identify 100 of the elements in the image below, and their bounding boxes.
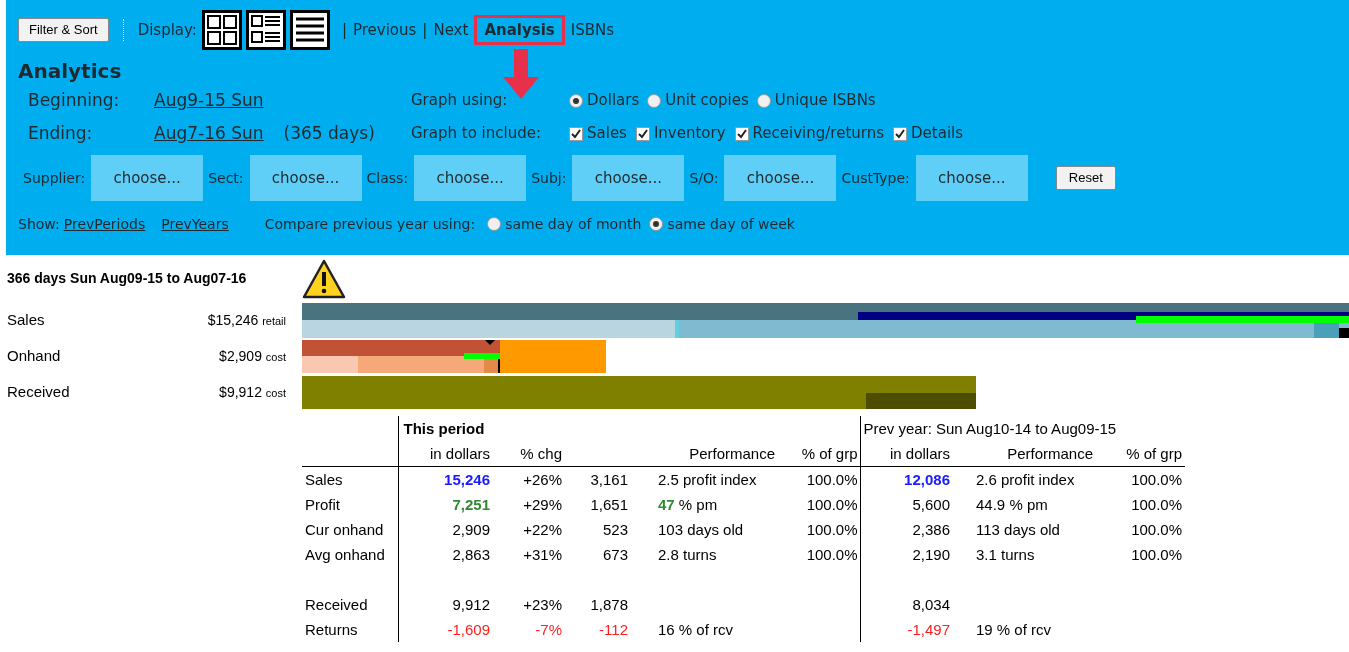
filter-dropdown[interactable]: choose... xyxy=(724,155,837,201)
radio-button[interactable] xyxy=(756,93,771,108)
table-cell: 7,251 xyxy=(452,496,490,513)
checkbox-label: Details xyxy=(911,123,964,145)
radio-label: Dollars xyxy=(587,90,640,112)
performance-cell: 2.8 turns xyxy=(658,546,717,563)
period-header: Prev year: Sun Aug10-14 to Aug09-15 xyxy=(863,420,1117,437)
column-header: % of grp xyxy=(801,445,858,462)
filter-dropdown[interactable]: choose... xyxy=(249,155,362,201)
filter-label: S/O: xyxy=(689,168,719,188)
performance-cell: 113 days old xyxy=(976,521,1060,538)
table-cell: 523 xyxy=(602,521,628,538)
performance-cell: 47 % pm xyxy=(658,496,718,513)
filter-label: Subj: xyxy=(531,168,567,188)
column-header: % chg xyxy=(520,445,562,462)
section-heading: Analytics xyxy=(18,58,122,84)
column-header: Performance xyxy=(689,445,775,462)
performance-cell: 16 % of rcv xyxy=(658,621,734,638)
row-label: Cur onhand xyxy=(305,521,384,538)
range-label: Ending: xyxy=(28,121,94,145)
table-cell: 2,190 xyxy=(912,546,950,563)
table-cell: 12,086 xyxy=(904,471,950,488)
table-cell: 100.0% xyxy=(806,496,858,513)
table-cell: 100.0% xyxy=(1131,521,1182,538)
metric-amount: $9,912 cost xyxy=(218,382,286,402)
radio-button[interactable] xyxy=(569,93,583,108)
show-label: Show: xyxy=(18,214,60,234)
table-cell: +22% xyxy=(523,521,562,538)
checkbox-label: Inventory xyxy=(653,123,726,145)
filter-sort-button[interactable]: Filter & Sort xyxy=(18,18,109,42)
filter-label: Class: xyxy=(366,168,409,188)
table-cell: 1,878 xyxy=(590,596,628,613)
table-cell: -1,497 xyxy=(907,621,950,638)
table-cell: 100.0% xyxy=(1131,471,1182,488)
display-label: Display: xyxy=(137,19,197,41)
checkbox[interactable] xyxy=(893,126,908,141)
table-cell: +31% xyxy=(523,546,562,563)
radio-button[interactable] xyxy=(487,217,502,231)
filter-label: CustType: xyxy=(841,168,910,188)
filter-dropdown[interactable]: choose... xyxy=(414,155,527,201)
table-cell: 673 xyxy=(602,546,628,563)
checkbox[interactable] xyxy=(734,126,749,141)
column-header: in dollars xyxy=(429,445,490,462)
row-label: Received xyxy=(305,596,368,613)
table-cell: 100.0% xyxy=(806,546,858,563)
row-label: Profit xyxy=(305,496,340,513)
performance-cell: 3.1 turns xyxy=(976,546,1035,563)
metric-amount: $2,909 cost xyxy=(218,346,286,366)
radio-button[interactable] xyxy=(647,93,662,108)
date-link[interactable]: Aug9-15 Sun xyxy=(154,87,264,114)
performance-cell: 44.9 % pm xyxy=(976,496,1048,513)
column-header: % of grp xyxy=(1126,445,1182,462)
table-cell: -112 xyxy=(599,621,628,638)
checkbox[interactable] xyxy=(635,126,650,141)
filter-dropdown[interactable]: choose... xyxy=(572,155,685,201)
metric-label: Received xyxy=(6,381,71,402)
grid-view-icon[interactable] xyxy=(201,10,242,50)
performance-cell: 19 % of rcv xyxy=(976,621,1052,638)
table-cell: 2,863 xyxy=(452,546,490,563)
separator: | xyxy=(341,19,347,41)
nav-link[interactable]: ISBNs xyxy=(568,18,616,42)
table-cell: +29% xyxy=(523,496,562,513)
checkbox-label: Sales xyxy=(587,123,627,145)
row-label: Sales xyxy=(305,471,343,488)
checkbox-label: Receiving/returns xyxy=(752,123,885,145)
day-count: (365 days) xyxy=(283,121,375,145)
table-cell: +23% xyxy=(523,596,562,613)
table-cell: 2,909 xyxy=(452,521,490,538)
filter-dropdown[interactable]: choose... xyxy=(91,155,204,201)
graph-using-label: Graph using: xyxy=(411,90,509,112)
list-view-icon[interactable] xyxy=(289,10,330,50)
checkbox[interactable] xyxy=(569,126,583,141)
table-cell: 100.0% xyxy=(806,521,858,538)
table-cell: 5,600 xyxy=(912,496,950,513)
compare-label: Compare previous year using: xyxy=(264,214,476,234)
radio-label: Unique ISBNs xyxy=(774,90,876,112)
nav-link[interactable]: Analysis xyxy=(474,14,565,46)
row-label: Avg onhand xyxy=(305,546,385,563)
table-cell: 2,386 xyxy=(912,521,950,538)
filter-dropdown[interactable]: choose... xyxy=(915,155,1028,201)
range-label: Beginning: xyxy=(28,88,121,112)
nav-link[interactable]: Previous xyxy=(350,18,419,42)
reset-button[interactable]: Reset xyxy=(1055,166,1116,190)
show-link[interactable]: PrevPeriods xyxy=(63,213,146,235)
radio-button[interactable] xyxy=(649,217,664,231)
column-header: in dollars xyxy=(889,445,950,462)
table-cell: 8,034 xyxy=(912,596,950,613)
nav-link[interactable]: Next xyxy=(431,18,471,42)
metric-label: Sales xyxy=(6,309,46,330)
table-cell: 9,912 xyxy=(452,596,490,613)
performance-cell: 103 days old xyxy=(658,521,744,538)
date-link[interactable]: Aug7-16 Sun xyxy=(154,120,264,147)
separator: | xyxy=(422,19,428,41)
row-label: Returns xyxy=(305,621,358,638)
metric-label: Onhand xyxy=(6,345,62,366)
card-list-view-icon[interactable] xyxy=(245,10,286,50)
filter-label: Supplier: xyxy=(23,168,86,188)
radio-label: same day of week xyxy=(667,214,795,234)
show-link[interactable]: PrevYears xyxy=(161,213,229,235)
table-cell: +26% xyxy=(523,471,562,488)
